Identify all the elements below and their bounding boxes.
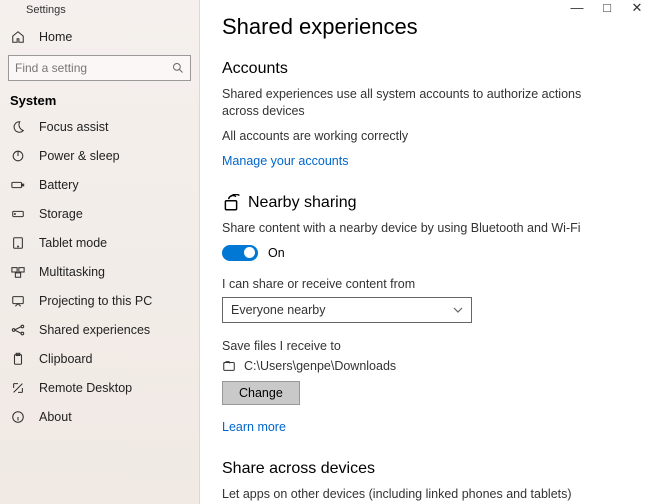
across-desc: Let apps on other devices (including lin… (222, 486, 602, 504)
accounts-desc: Shared experiences use all system accoun… (222, 86, 602, 120)
sidebar-item-storage[interactable]: Storage (0, 199, 199, 228)
page-title: Shared experiences (222, 14, 628, 40)
sidebar-item-battery[interactable]: Battery (0, 170, 199, 199)
share-from-value: Everyone nearby (231, 303, 326, 317)
close-button[interactable]: ✕ (630, 0, 644, 16)
save-to-label: Save files I receive to (222, 339, 628, 353)
nearby-heading-text: Nearby sharing (248, 194, 357, 212)
sidebar-item-label: Battery (39, 178, 79, 192)
save-to-path: C:\Users\genpe\Downloads (244, 359, 396, 373)
remote-icon (10, 380, 25, 395)
share-from-label: I can share or receive content from (222, 277, 628, 291)
nearby-toggle[interactable] (222, 245, 258, 261)
sidebar-item-label: Shared experiences (39, 323, 150, 337)
accounts-heading: Accounts (222, 60, 628, 78)
accounts-status: All accounts are working correctly (222, 128, 602, 145)
sidebar-item-label: Power & sleep (39, 149, 120, 163)
nav-home[interactable]: Home (0, 22, 199, 51)
clipboard-icon (10, 351, 25, 366)
sidebar-item-shared-experiences[interactable]: Shared experiences (0, 315, 199, 344)
sidebar-item-clipboard[interactable]: Clipboard (0, 344, 199, 373)
projecting-icon (10, 293, 25, 308)
power-icon (10, 148, 25, 163)
info-icon (10, 409, 25, 424)
nearby-heading: Nearby sharing (222, 194, 628, 212)
sidebar-item-projecting[interactable]: Projecting to this PC (0, 286, 199, 315)
search-input[interactable] (9, 61, 190, 75)
sidebar-item-label: Clipboard (39, 352, 93, 366)
moon-icon (10, 119, 25, 134)
maximize-button[interactable]: □ (600, 0, 614, 16)
battery-icon (10, 177, 25, 192)
share-from-select[interactable]: Everyone nearby (222, 297, 472, 323)
home-icon (10, 29, 25, 44)
shared-icon (10, 322, 25, 337)
sidebar-item-label: Tablet mode (39, 236, 107, 250)
app-title: Settings (0, 2, 199, 22)
folder-icon (222, 359, 236, 373)
main-content: — □ ✕ Shared experiences Accounts Shared… (200, 0, 650, 504)
change-button[interactable]: Change (222, 381, 300, 405)
nearby-sharing-icon (222, 194, 240, 212)
sidebar-item-label: Remote Desktop (39, 381, 132, 395)
sidebar-item-label: Focus assist (39, 120, 108, 134)
sidebar-item-label: Multitasking (39, 265, 105, 279)
manage-accounts-link[interactable]: Manage your accounts (222, 154, 348, 168)
sidebar: Settings Home System Focus assist Power … (0, 0, 200, 504)
minimize-button[interactable]: — (570, 0, 584, 16)
sidebar-item-label: Projecting to this PC (39, 294, 152, 308)
sidebar-item-about[interactable]: About (0, 402, 199, 431)
search-icon (172, 62, 184, 74)
nearby-desc: Share content with a nearby device by us… (222, 220, 602, 237)
sidebar-item-focus-assist[interactable]: Focus assist (0, 112, 199, 141)
sidebar-item-label: Storage (39, 207, 83, 221)
across-heading: Share across devices (222, 460, 628, 478)
storage-icon (10, 206, 25, 221)
sidebar-item-label: About (39, 410, 72, 424)
nav-home-label: Home (39, 30, 72, 44)
multitasking-icon (10, 264, 25, 279)
sidebar-item-power-sleep[interactable]: Power & sleep (0, 141, 199, 170)
nearby-toggle-label: On (268, 246, 285, 260)
sidebar-item-multitasking[interactable]: Multitasking (0, 257, 199, 286)
titlebar-controls: — □ ✕ (570, 0, 644, 16)
sidebar-heading: System (0, 87, 199, 112)
sidebar-item-remote-desktop[interactable]: Remote Desktop (0, 373, 199, 402)
chevron-down-icon (453, 305, 463, 315)
learn-more-link[interactable]: Learn more (222, 420, 286, 434)
search-box[interactable] (8, 55, 191, 81)
tablet-icon (10, 235, 25, 250)
sidebar-item-tablet-mode[interactable]: Tablet mode (0, 228, 199, 257)
